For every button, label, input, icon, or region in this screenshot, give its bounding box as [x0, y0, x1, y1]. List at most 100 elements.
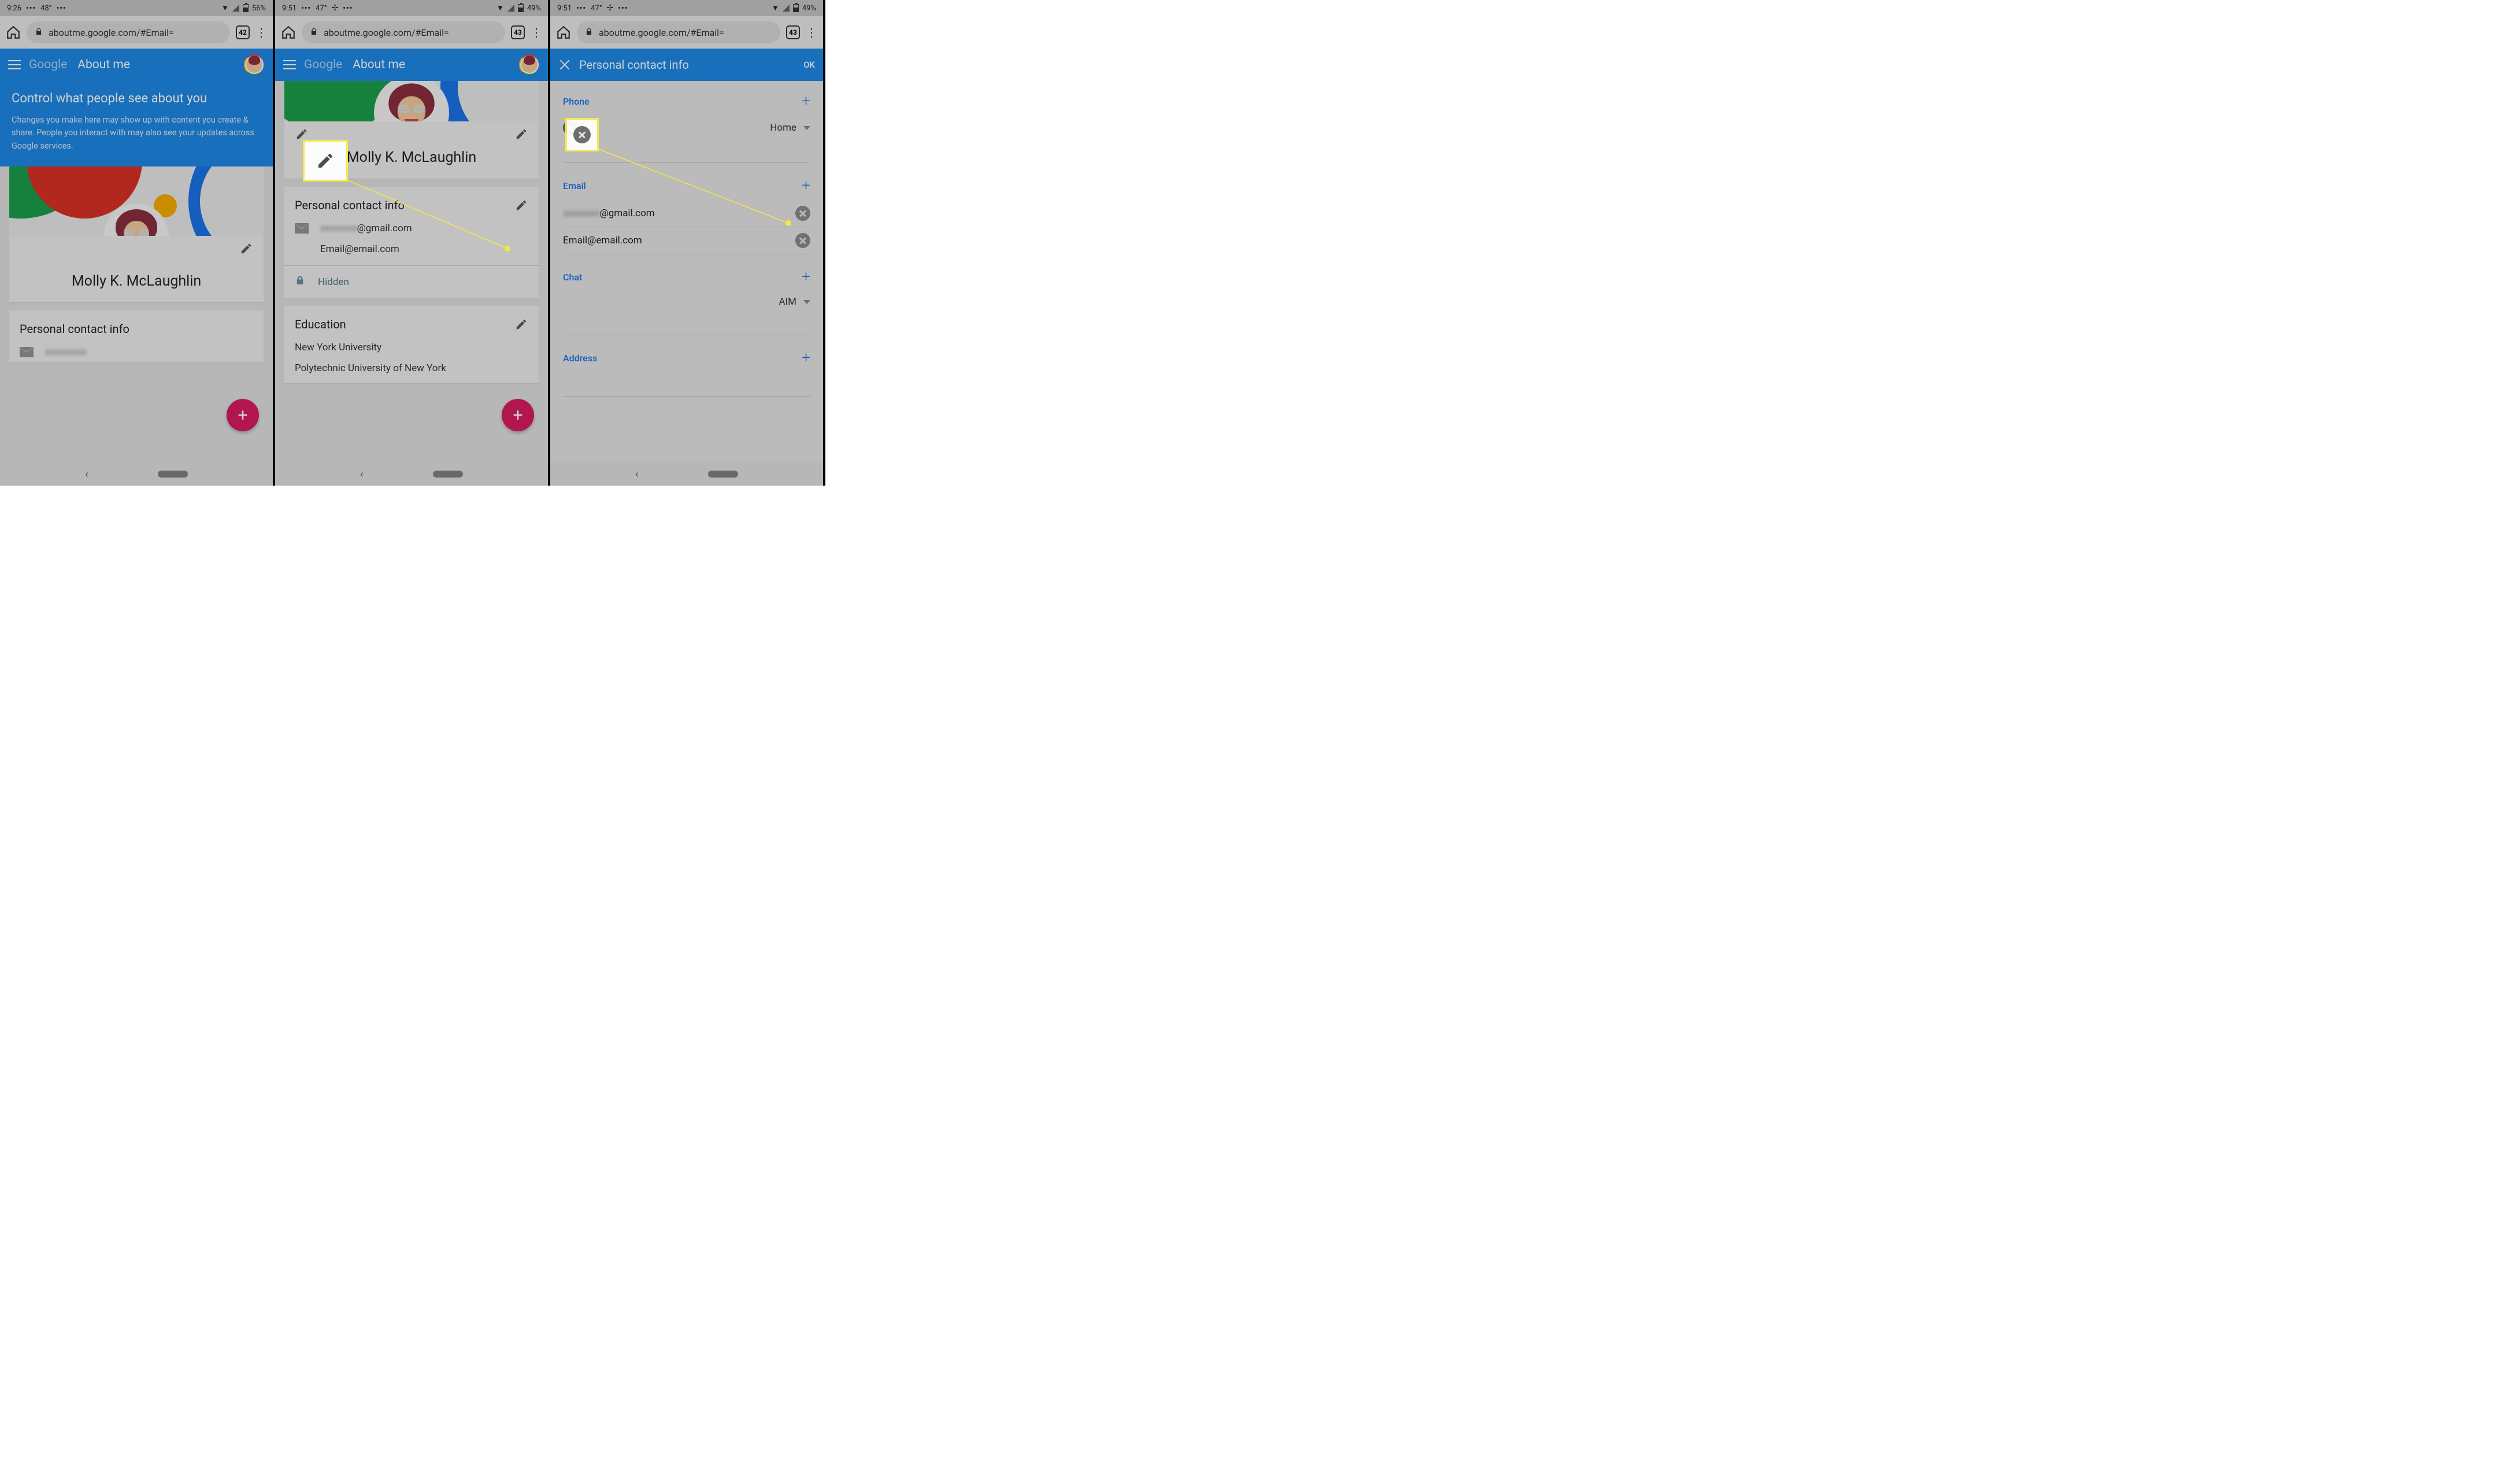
profile-avatar[interactable] — [104, 204, 169, 236]
home-pill[interactable] — [158, 471, 188, 478]
profile-avatar[interactable] — [374, 81, 449, 121]
overflow-menu-icon[interactable]: ⋮ — [531, 30, 542, 35]
status-time: 9:26 — [7, 4, 21, 13]
lock-icon — [295, 274, 305, 290]
tab-count[interactable]: 43 — [511, 25, 525, 39]
hero-heading: Control what people see about you — [12, 91, 261, 106]
home-pill[interactable] — [433, 471, 463, 478]
nav-bar: ‹ — [550, 462, 823, 486]
app-header: Google About me — [0, 49, 273, 81]
back-button[interactable]: ‹ — [85, 468, 88, 480]
nav-bar: ‹ — [275, 462, 548, 486]
hamburger-icon[interactable] — [8, 60, 21, 69]
notif-dots-icon: ••• — [576, 4, 586, 13]
panel-1: 9:26 ••• 48° ••• ▼ 56% aboutme.google.co… — [0, 0, 275, 486]
add-chat-icon[interactable]: + — [802, 268, 810, 286]
profile-name: Molly K. McLaughlin — [72, 273, 201, 290]
wifi-icon: ▼ — [496, 3, 504, 13]
remove-phone-icon[interactable] — [563, 120, 578, 135]
sync-icon — [332, 3, 339, 13]
profile-name: Molly K. McLaughlin — [347, 149, 476, 166]
edit-header: Personal contact info OK — [550, 49, 823, 81]
edit-contact-icon[interactable] — [512, 196, 531, 214]
phone-type-dropdown[interactable]: Home — [770, 122, 810, 134]
url-text: aboutme.google.com/#Email= — [599, 27, 724, 38]
email-input-2[interactable]: Email@email.com — [563, 235, 795, 246]
chevron-down-icon — [803, 126, 810, 130]
status-time: 9:51 — [557, 4, 572, 13]
email-blurred: xxxxxxxxx — [45, 346, 86, 358]
url-bar[interactable]: aboutme.google.com/#Email= — [27, 21, 230, 43]
back-button[interactable]: ‹ — [635, 468, 638, 480]
add-address-icon[interactable]: + — [802, 349, 810, 367]
home-icon[interactable] — [556, 25, 571, 40]
email-input-1[interactable]: xxxxxxxx@gmail.com — [563, 208, 795, 219]
app-header: Google About me — [275, 49, 548, 81]
battery-icon — [793, 4, 799, 12]
tab-count[interactable]: 43 — [786, 25, 800, 39]
visibility-row[interactable]: Hidden — [284, 265, 539, 298]
add-email-icon[interactable]: + — [802, 177, 810, 194]
overflow-menu-icon[interactable]: ⋮ — [255, 30, 267, 35]
overflow-menu-icon[interactable]: ⋮ — [806, 30, 817, 35]
name-card: Molly K. McLaughlin — [9, 236, 264, 302]
browser-toolbar: aboutme.google.com/#Email= 43 ⋮ — [275, 16, 548, 49]
email-value-2: Email@email.com — [320, 243, 399, 255]
close-icon[interactable] — [558, 58, 571, 71]
cover-art — [284, 81, 539, 121]
account-avatar[interactable] — [519, 54, 540, 75]
mail-icon — [20, 347, 34, 357]
content-area: Molly K. McLaughlin Personal contact inf… — [275, 81, 548, 462]
home-pill[interactable] — [708, 471, 738, 478]
remove-email-icon[interactable] — [795, 206, 810, 221]
ok-button[interactable]: OK — [803, 60, 815, 70]
hero-description: Changes you make here may show up with c… — [12, 114, 261, 153]
nav-bar: ‹ — [0, 462, 273, 486]
add-phone-icon[interactable]: + — [802, 92, 810, 110]
tab-count[interactable]: 42 — [236, 25, 250, 39]
notif-dots-icon: ••• — [26, 4, 36, 13]
url-bar[interactable]: aboutme.google.com/#Email= — [302, 21, 505, 43]
chat-section: Chat + AIM — [550, 257, 823, 338]
hamburger-icon[interactable] — [283, 60, 296, 69]
notif-dots-icon: ••• — [618, 4, 628, 13]
edit-name-icon[interactable] — [237, 239, 255, 258]
back-button[interactable]: ‹ — [360, 468, 363, 480]
contact-info-card[interactable]: Personal contact info xxxxxxxxx — [9, 310, 264, 362]
hidden-label: Hidden — [318, 276, 349, 288]
signal-icon — [507, 5, 514, 12]
remove-email-icon[interactable] — [795, 233, 810, 248]
chat-type-dropdown[interactable]: AIM — [779, 296, 810, 308]
content-area: Control what people see about you Change… — [0, 81, 273, 462]
url-text: aboutme.google.com/#Email= — [49, 27, 174, 38]
wifi-icon: ▼ — [772, 3, 779, 13]
home-icon[interactable] — [6, 25, 21, 40]
fab-add-button[interactable]: + — [502, 399, 534, 431]
edit-education-icon[interactable] — [512, 315, 531, 334]
wifi-icon: ▼ — [221, 3, 229, 13]
cover-art — [9, 166, 264, 236]
battery-icon — [243, 4, 249, 12]
name-card: Molly K. McLaughlin — [284, 121, 539, 179]
status-temp: 47° — [591, 4, 602, 13]
url-bar[interactable]: aboutme.google.com/#Email= — [577, 21, 780, 43]
status-battery: 49% — [802, 4, 816, 13]
edit-cover-icon[interactable] — [292, 125, 311, 143]
edit-name-icon[interactable] — [512, 125, 531, 143]
status-bar: 9:51 ••• 47° ••• ▼ 49% — [550, 0, 823, 16]
lock-icon — [35, 27, 43, 38]
url-text: aboutme.google.com/#Email= — [324, 27, 449, 38]
notif-dots-icon: ••• — [57, 4, 66, 13]
signal-icon — [232, 5, 239, 12]
contact-info-title: Personal contact info — [284, 187, 539, 218]
home-icon[interactable] — [281, 25, 296, 40]
panel-3: 9:51 ••• 47° ••• ▼ 49% aboutme.google.co… — [550, 0, 825, 486]
lock-icon — [585, 27, 593, 38]
email-value: xxxxxxxx@gmail.com — [320, 223, 412, 234]
education-title: Education — [284, 306, 539, 337]
contact-info-card: Personal contact info xxxxxxxx@gmail.com… — [284, 187, 539, 298]
edit-form: Phone + Home Email + xxxxxxxx@gmail.com — [550, 81, 823, 462]
fab-add-button[interactable]: + — [227, 399, 259, 431]
account-avatar[interactable] — [244, 54, 265, 75]
mail-icon — [295, 223, 309, 234]
